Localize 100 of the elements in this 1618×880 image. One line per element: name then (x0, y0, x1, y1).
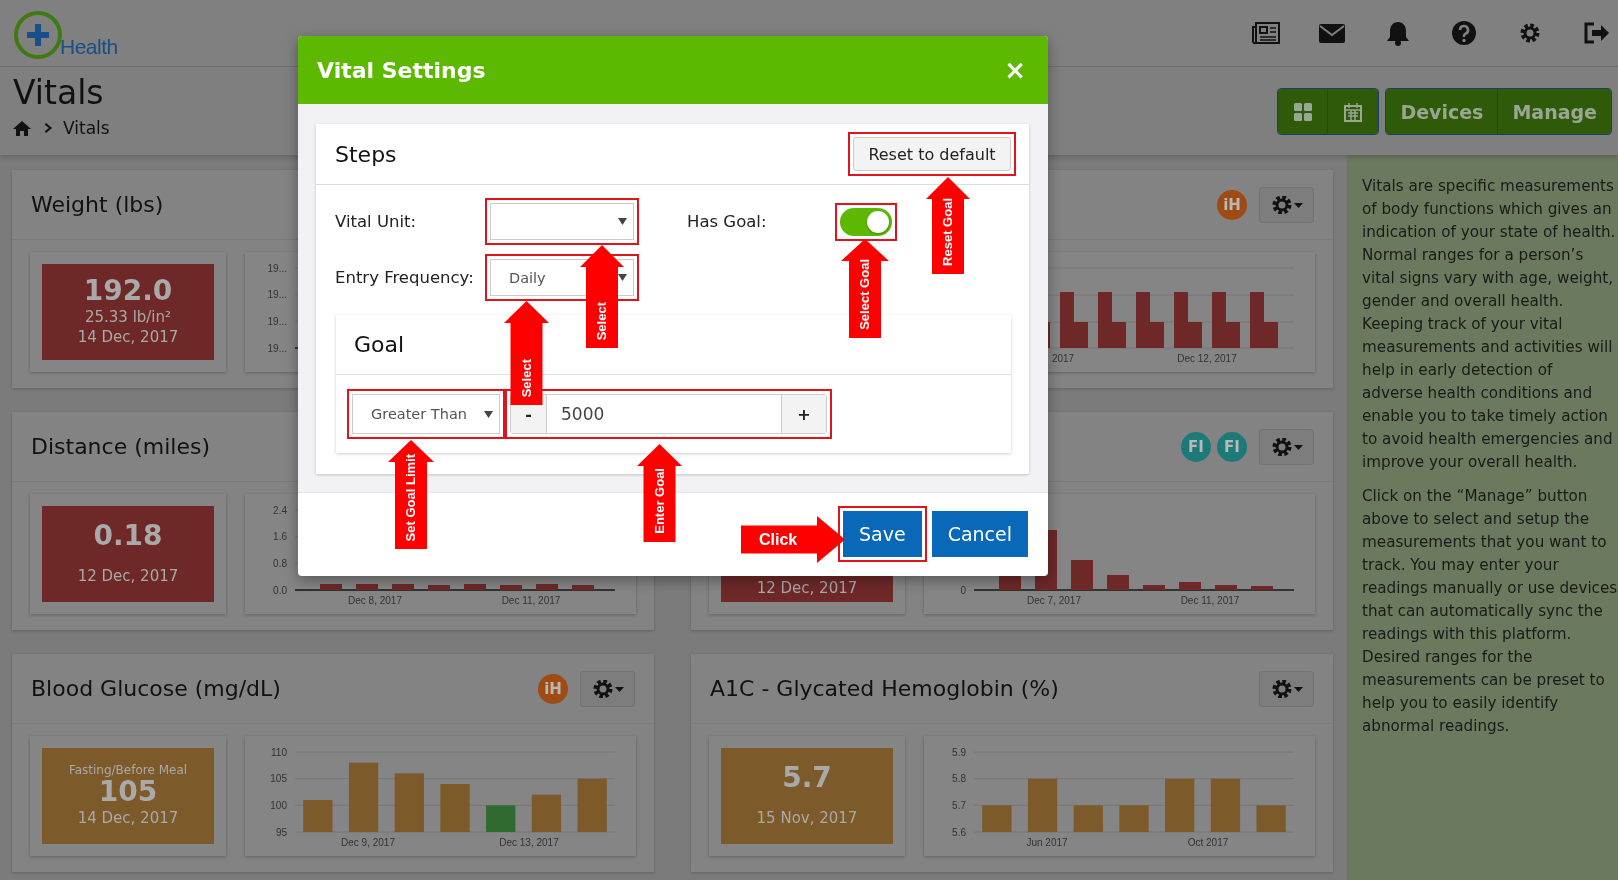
reading-value: 5.7 (782, 763, 832, 795)
chart-bar (1179, 582, 1201, 590)
card-title: Weight (lbs) (31, 192, 164, 217)
card-title: Distance (miles) (31, 434, 210, 459)
reading-value: 0.18 (93, 521, 163, 553)
reading-date: 14 Dec, 2017 (77, 327, 179, 348)
axis-tick-label: 105 (270, 773, 287, 785)
settings-dropdown-button[interactable] (580, 670, 635, 707)
settings-dropdown-button[interactable] (1259, 186, 1314, 223)
chart-bar (356, 584, 378, 590)
annotation-label: Select Goal (857, 259, 872, 330)
reading-date: 12 Dec, 2017 (756, 577, 858, 598)
grid-icon (1292, 101, 1313, 122)
axis-tick-label: Dec 7, 2017 (1027, 595, 1081, 606)
settings-dropdown-button[interactable] (1259, 670, 1314, 707)
chart-bar (320, 584, 342, 590)
page-title: Vitals (13, 73, 105, 112)
help-text: Click on the “Manage” button above to select and setup the measurements that you want to track. You may enter your readings manually or use devices that can automatically sync the readings with this platform. Desired ranges for the measurements can be preset to help you to easily identify abnormal readings. (1362, 486, 1618, 737)
axis-tick-label: 0 (960, 584, 966, 596)
axis-tick-label: 5.7 (952, 799, 966, 811)
panel-title: Goal (354, 332, 405, 357)
field-label: Vital Unit: (335, 212, 418, 231)
axis-tick-label: 2017 (1051, 353, 1075, 364)
reading-date: 14 Dec, 2017 (77, 808, 179, 829)
axis-tick-label: 19... (267, 262, 287, 274)
caret-icon (618, 218, 627, 225)
chart-bar (428, 585, 450, 590)
dialog-button[interactable]: Save (843, 511, 922, 557)
chart-bar (303, 800, 333, 832)
chart-bar (394, 773, 424, 832)
chart-bar (1215, 585, 1237, 590)
caret-icon (618, 274, 627, 281)
calendar-view-button[interactable] (1328, 89, 1379, 134)
home-icon[interactable] (13, 120, 31, 136)
card-title: A1C - Glycated Hemoglobin (%) (710, 676, 1059, 701)
chart-bar (1073, 805, 1103, 832)
axis-tick-label: 5.6 (952, 826, 966, 838)
annotation-label: Enter Goal (651, 468, 667, 534)
annotation-label: Set Goal Limit (403, 453, 418, 541)
axis-tick-label: Oct 2017 (1187, 837, 1229, 848)
chart-bar (1119, 805, 1149, 832)
chart-bar (1107, 575, 1129, 590)
help-icon[interactable] (1450, 20, 1478, 46)
chart-bar (577, 778, 607, 832)
field-label: Entry Frequency: (335, 268, 475, 287)
axis-tick-label: Dec 8, 2017 (348, 595, 402, 606)
grid-view-button[interactable] (1278, 89, 1329, 134)
axis-tick-label: 95 (275, 826, 287, 838)
dialog-button[interactable]: Cancel (931, 511, 1028, 557)
help-text: Vitals are specific measurements of body functions which gives an indication of your state of health. Normal ranges for a person’s vital signs vary with age, weight, gender and overall health. Keeping track of your vital measurements and activities will help in early detection of adverse health conditions and enable you to take timely action to avoid health emergencies and improve your overall health. (1362, 176, 1617, 473)
source-badge: iH (538, 673, 568, 704)
annotation-label: Reset Goal (940, 198, 955, 266)
axis-tick-label: Dec 9, 2017 (341, 837, 395, 848)
chart-bar (440, 784, 470, 832)
settings-dropdown-button[interactable] (1259, 428, 1314, 465)
chart-bar (1256, 805, 1286, 832)
chart-bar (1165, 778, 1195, 832)
chart-bar (1143, 585, 1165, 590)
calendar-icon (1343, 101, 1364, 122)
axis-tick-label: 0.8 (273, 557, 287, 569)
reading-bmi: 25.33 lb/in² (84, 307, 172, 328)
newspaper-icon[interactable] (1252, 20, 1280, 46)
chart-bar (982, 805, 1012, 832)
chart-bar (1071, 560, 1093, 590)
reading-caption: Fasting/Before Meal (68, 763, 188, 778)
chart-bar (500, 585, 522, 590)
chart-bar (572, 585, 594, 590)
axis-tick-label: 19... (267, 342, 287, 354)
bell-icon[interactable] (1384, 20, 1412, 46)
reset-button[interactable]: Reset to default (853, 137, 1011, 171)
axis-tick-label: 19... (267, 315, 287, 327)
increment-button[interactable]: + (781, 395, 826, 433)
axis-tick-label: 100 (270, 799, 287, 811)
chart-bar (1251, 586, 1273, 590)
source-badge: FI (1217, 431, 1247, 462)
source-badge: iH (1217, 189, 1247, 220)
axis-tick-label: 5.8 (952, 773, 966, 785)
sign-out-icon[interactable] (1582, 20, 1610, 46)
chart-bar (1027, 778, 1058, 832)
breadcrumb-item[interactable]: Vitals (63, 118, 110, 138)
axis-tick-label: 0.0 (273, 584, 287, 596)
dropdown[interactable]: Greater Than (352, 394, 500, 434)
axis-tick-label: 2.4 (273, 504, 287, 516)
reading-date: 15 Nov, 2017 (756, 808, 858, 829)
panel-title: Steps (335, 141, 397, 167)
field-label: Has Goal: (687, 212, 768, 231)
reading-value: 192.0 (83, 276, 173, 308)
axis-tick-label: Dec 11, 2017 (1180, 595, 1240, 606)
chart-bar (486, 805, 516, 832)
reading-date: 12 Dec, 2017 (77, 566, 179, 587)
axis-tick-label: 110 (271, 746, 287, 758)
chart-bar (348, 762, 379, 832)
dialog-title: Vital Settings (317, 57, 486, 83)
axis-tick-label: Dec 13, 2017 (499, 837, 559, 848)
axis-tick-label: Jun 2017 (1026, 837, 1068, 848)
axis-tick-label: Dec 11, 2017 (501, 595, 561, 606)
axis-tick-label: 5.9 (952, 746, 966, 758)
reading-value: 105 (98, 777, 158, 809)
caret-icon (484, 410, 493, 418)
axis-tick-label: 19... (267, 289, 287, 301)
